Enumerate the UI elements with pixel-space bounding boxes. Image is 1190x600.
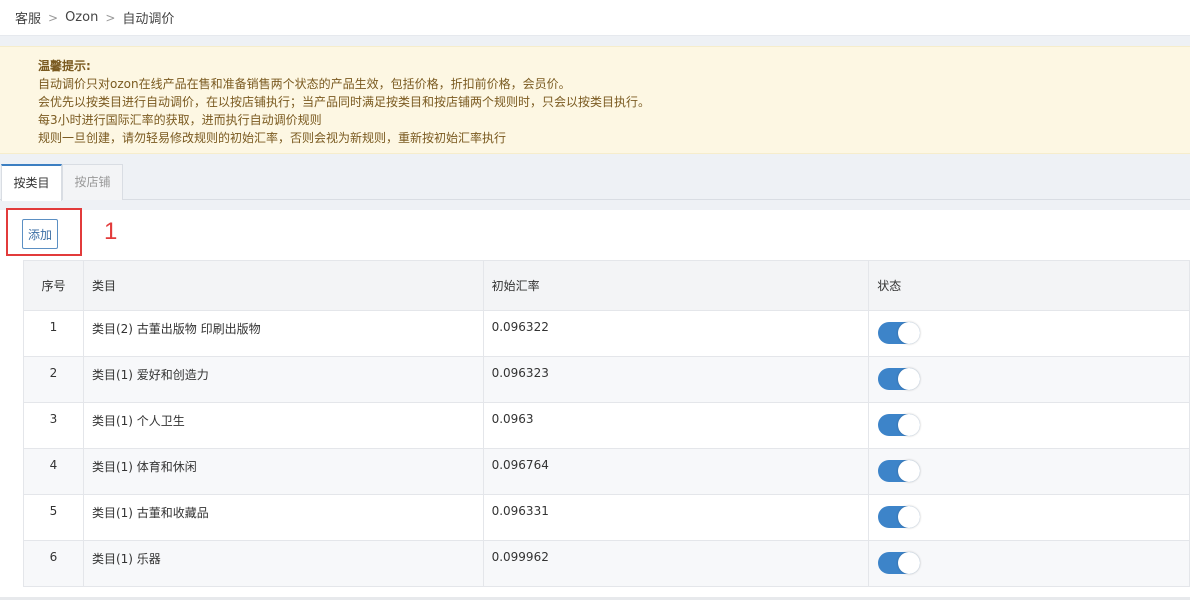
table-row: 1 类目(2) 古董出版物 印刷出版物 0.096322 <box>23 310 1190 357</box>
cell-status <box>868 540 1190 587</box>
header-category: 类目 <box>82 260 484 311</box>
header-rate: 初始汇率 <box>482 260 870 311</box>
table-header-row: 序号 类目 初始汇率 状态 <box>23 260 1190 311</box>
cell-index: 4 <box>23 448 84 495</box>
toggle-knob <box>898 460 921 482</box>
notice-title: 温馨提示: <box>38 59 91 73</box>
chevron-right-icon: > <box>48 10 59 25</box>
cell-rate: 0.096331 <box>482 494 870 541</box>
notice-line: 规则一旦创建，请勿轻易修改规则的初始汇率，否则会视为新规则，重新按初始汇率执行 <box>38 131 507 145</box>
cell-category: 类目(1) 体育和休闲 <box>82 448 484 495</box>
notice-panel: 温馨提示: 自动调价只对ozon在线产品在售和准备销售两个状态的产品生效，包括价… <box>0 46 1190 154</box>
notice-line: 每3小时进行国际汇率的获取，进而执行自动调价规则 <box>38 113 322 127</box>
header-status: 状态 <box>868 260 1190 311</box>
cell-index: 3 <box>23 402 84 449</box>
cell-index: 6 <box>23 540 84 587</box>
cell-rate: 0.099962 <box>482 540 870 587</box>
cell-index: 2 <box>23 356 84 403</box>
cell-status <box>868 310 1190 357</box>
cell-category: 类目(1) 乐器 <box>82 540 484 587</box>
toggle-knob <box>898 552 921 574</box>
cell-category: 类目(1) 爱好和创造力 <box>82 356 484 403</box>
cell-status <box>868 402 1190 449</box>
main-content: 添加 1 序号 类目 初始汇率 状态 1 类目(2) 古董出版物 印刷出版物 0.0… <box>0 208 1190 600</box>
toggle-knob <box>898 368 921 390</box>
cell-rate: 0.096323 <box>482 356 870 403</box>
table-row: 6 类目(1) 乐器 0.099962 <box>23 540 1190 587</box>
toggle-knob <box>898 506 921 528</box>
breadcrumb-item-service[interactable]: 客服 <box>15 8 41 27</box>
notice-line: 自动调价只对ozon在线产品在售和准备销售两个状态的产品生效，包括价格，折扣前价… <box>38 77 571 91</box>
toggle-knob <box>898 322 921 344</box>
cell-rate: 0.0963 <box>482 402 870 449</box>
notice-line: 会优先以按类目进行自动调价，在以按店铺执行；当产品同时满足按类目和按店铺两个规则… <box>38 95 651 109</box>
annotation-label: 1 <box>104 218 118 245</box>
table-row: 4 类目(1) 体育和休闲 0.096764 <box>23 448 1190 495</box>
chevron-right-icon: > <box>105 10 116 25</box>
table-row: 3 类目(1) 个人卫生 0.0963 <box>23 402 1190 449</box>
cell-category: 类目(1) 古董和收藏品 <box>82 494 484 541</box>
tab-by-store[interactable]: 按店铺 <box>62 164 123 200</box>
cell-index: 5 <box>23 494 84 541</box>
breadcrumb-item-auto-pricing: 自动调价 <box>122 12 175 27</box>
cell-rate: 0.096764 <box>482 448 870 495</box>
cell-category: 类目(2) 古董出版物 印刷出版物 <box>82 310 484 357</box>
status-toggle[interactable] <box>878 322 921 344</box>
status-toggle[interactable] <box>878 414 921 436</box>
status-toggle[interactable] <box>878 368 921 390</box>
cell-status <box>868 494 1190 541</box>
rules-table: 序号 类目 初始汇率 状态 1 类目(2) 古董出版物 印刷出版物 0.096322… <box>23 260 1190 587</box>
cell-rate: 0.096322 <box>482 310 870 357</box>
cell-category: 类目(1) 个人卫生 <box>82 402 484 449</box>
breadcrumb: 客服 > Ozon > 自动调价 <box>0 0 1190 36</box>
status-toggle[interactable] <box>878 552 921 574</box>
status-toggle[interactable] <box>878 506 921 528</box>
toggle-knob <box>898 414 921 436</box>
cell-status <box>868 356 1190 403</box>
table-row: 5 类目(1) 古董和收藏品 0.096331 <box>23 494 1190 541</box>
add-button[interactable]: 添加 <box>22 219 58 249</box>
header-index: 序号 <box>23 260 84 311</box>
cell-index: 1 <box>23 310 84 357</box>
breadcrumb-item-ozon[interactable]: Ozon <box>65 10 98 25</box>
cell-status <box>868 448 1190 495</box>
status-toggle[interactable] <box>878 460 921 482</box>
table-row: 2 类目(1) 爱好和创造力 0.096323 <box>23 356 1190 403</box>
tab-bar: 按类目 按店铺 <box>0 164 1190 201</box>
tab-by-category[interactable]: 按类目 <box>1 164 62 201</box>
